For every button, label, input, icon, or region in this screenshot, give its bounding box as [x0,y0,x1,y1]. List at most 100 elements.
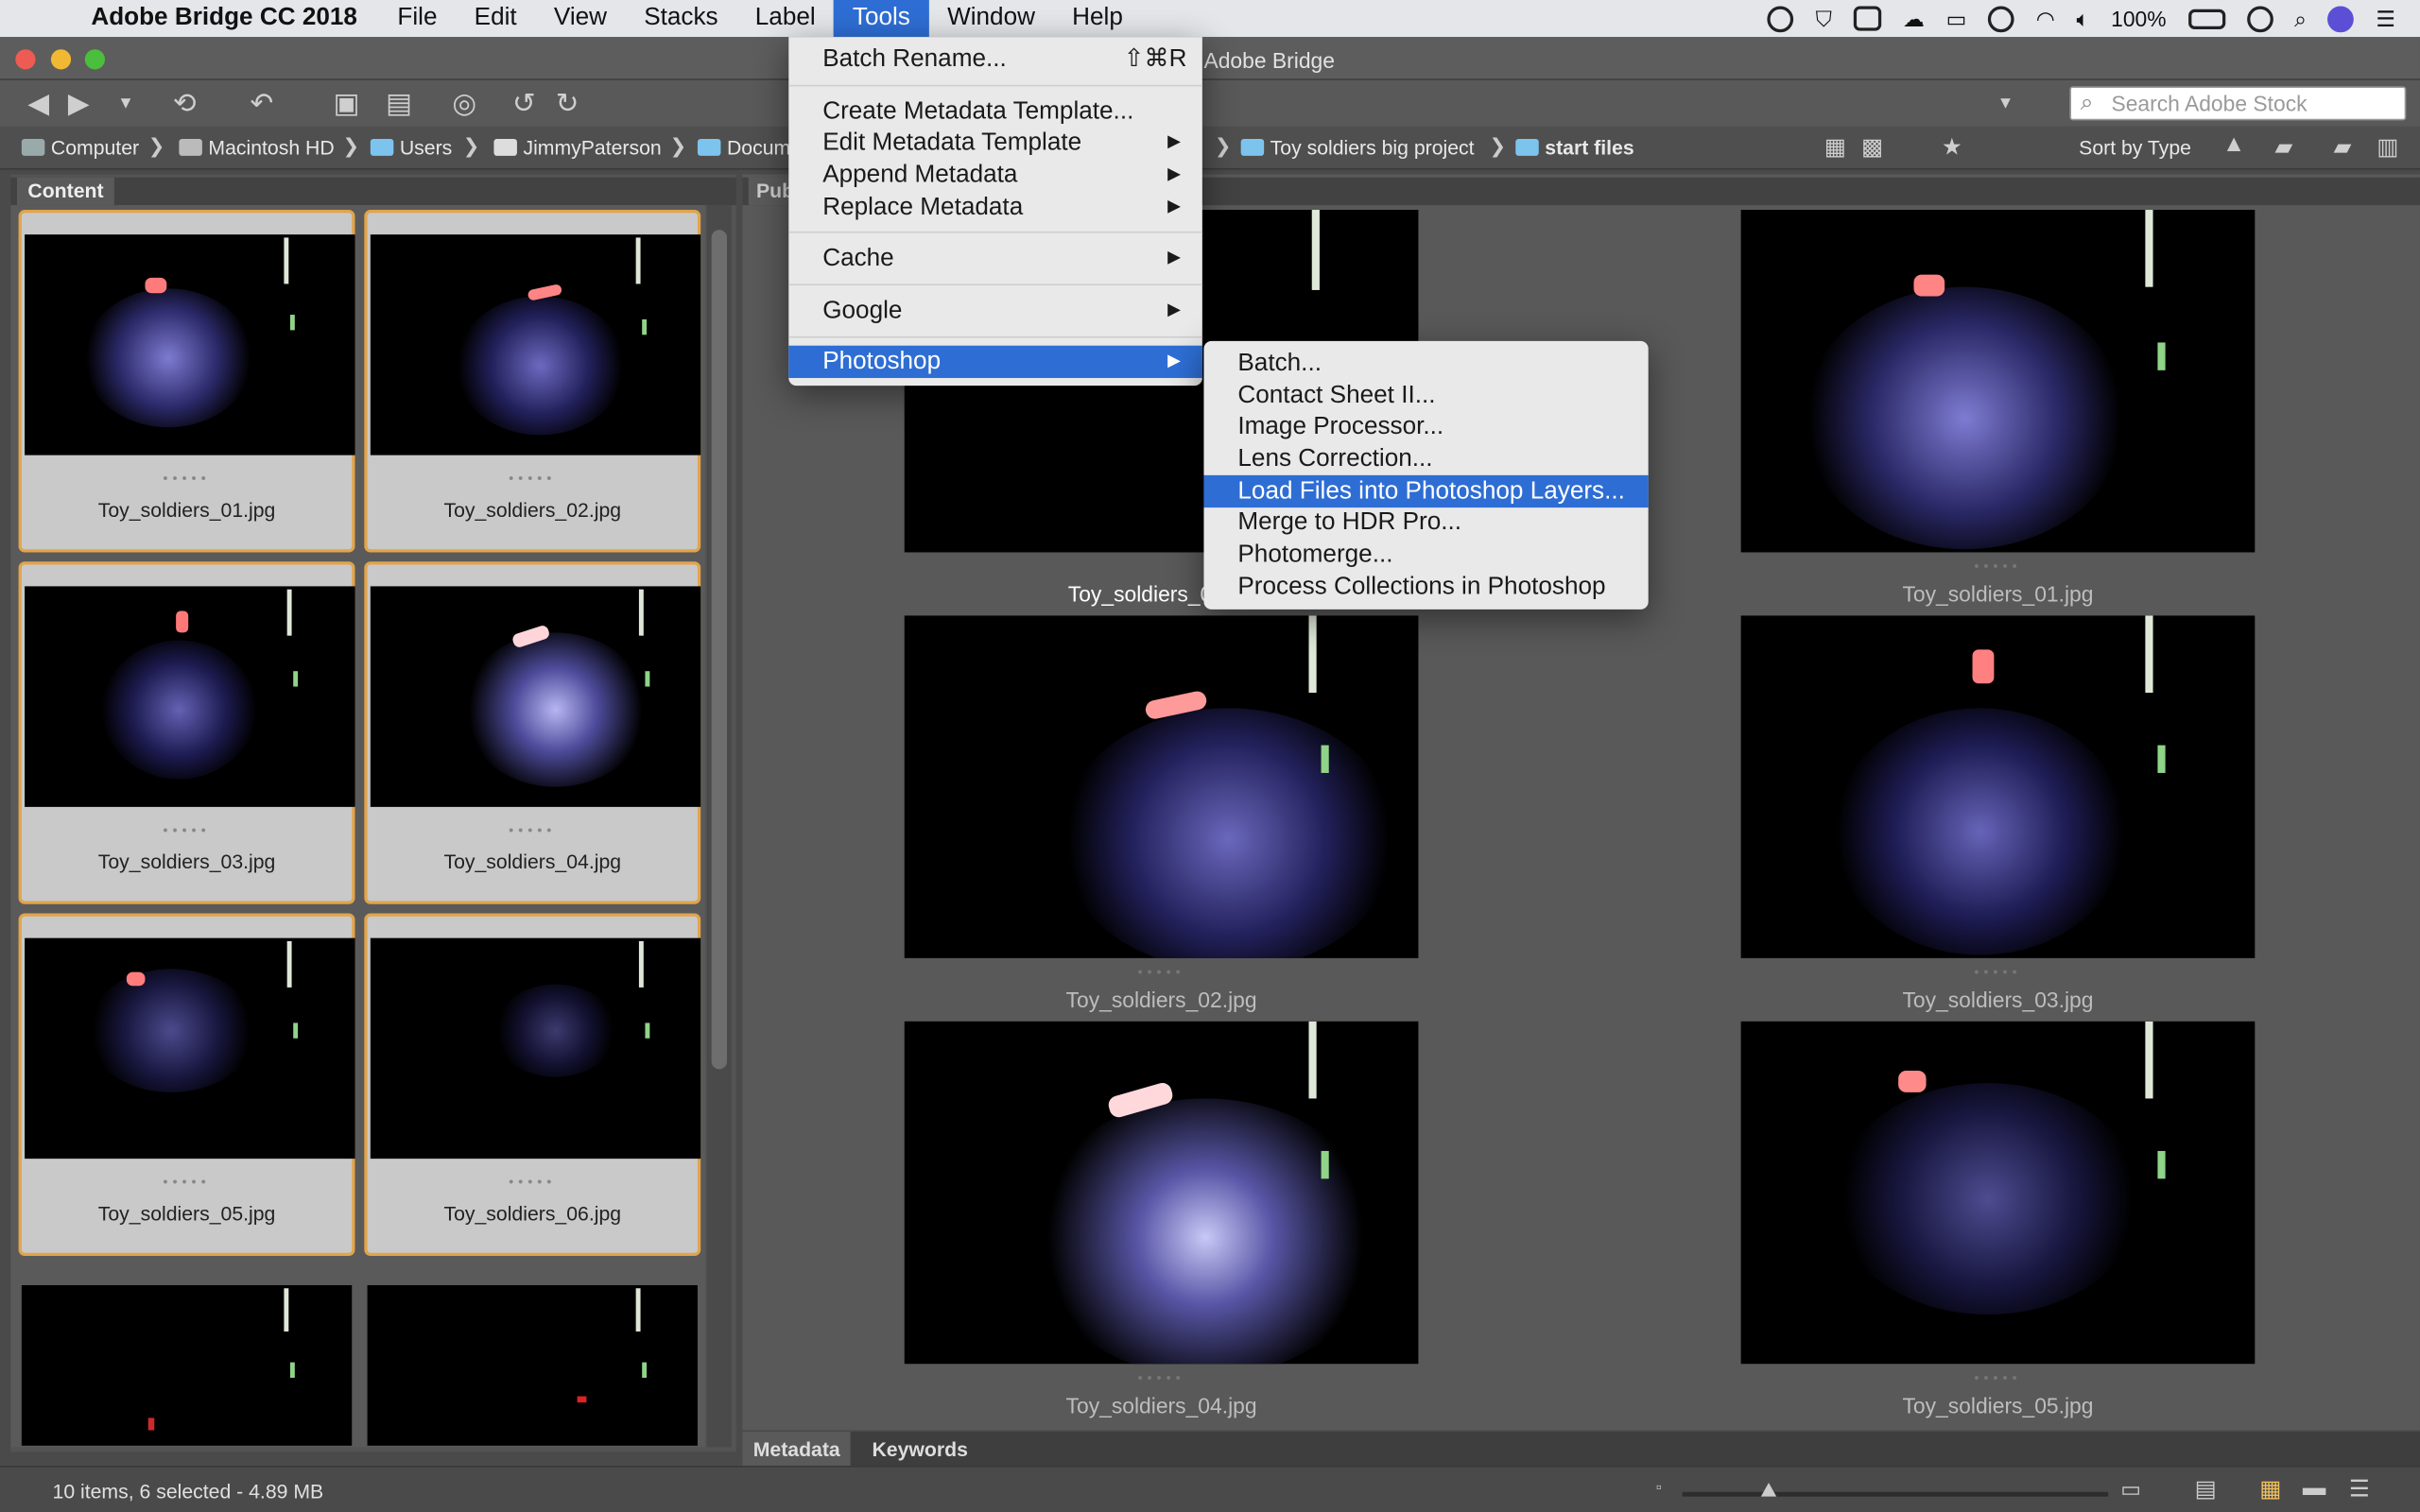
submenu-item-image-processor[interactable]: Image Processor... [1203,410,1648,442]
quality-icon[interactable]: ▦ [1824,132,1846,161]
battery-icon[interactable] [2187,8,2225,29]
rating-dots[interactable]: ••••• [368,822,698,837]
reveal-recent-icon[interactable]: ⟲ [173,88,197,120]
rotate-right-icon[interactable]: ↻ [556,88,579,120]
menu-item-cache[interactable]: Cache ▶ [788,242,1202,274]
sort-ascending-icon[interactable]: ▲ [2222,131,2245,158]
view-details-icon[interactable]: ▬ [2303,1475,2325,1502]
view-list-icon[interactable]: ☰ [2349,1475,2370,1503]
path-jimmypaterson[interactable]: JimmyPaterson [493,136,662,159]
time-machine-icon[interactable] [1988,5,2014,32]
thumbnail-card[interactable]: ••••• Toy_soldiers_06.jpg [364,913,701,1256]
path-computer[interactable]: Computer [21,136,139,159]
content-scrollbar[interactable] [706,205,732,1448]
thumbnail-card[interactable] [364,1284,701,1448]
thumbnail-card[interactable]: ••••• Toy_soldiers_01.jpg [18,210,355,553]
rating-dots[interactable]: ••••• [905,964,1419,979]
volume-icon[interactable]: 🔈︎ [2077,6,2090,32]
delete-icon[interactable]: ▥ [2377,132,2398,161]
submenu-item-load-files-into-layers[interactable]: Load Files into Photoshop Layers... [1203,474,1649,508]
submenu-item-process-collections[interactable]: Process Collections in Photoshop [1203,571,1648,603]
menu-item-append-metadata[interactable]: Append Metadata ▶ [788,159,1202,191]
sort-by-type-button[interactable]: Sort by Type [2079,136,2191,159]
menu-stacks[interactable]: Stacks [626,0,737,37]
slider-knob[interactable] [1760,1482,1777,1497]
workspace-dropdown-icon[interactable]: ▼ [1997,94,2014,113]
close-window-button[interactable] [15,49,36,70]
rating-dots[interactable]: ••••• [1741,964,2256,979]
open-recent-folder-icon[interactable]: ▰ [2275,132,2293,161]
tab-keywords[interactable]: Keywords [861,1432,978,1466]
menu-help[interactable]: Help [1054,0,1142,37]
forward-icon[interactable]: ▶ [68,88,90,120]
path-start-files[interactable]: start files [1515,136,1634,159]
preview-image[interactable] [1740,615,2256,958]
thumbnail-card[interactable]: ••••• Toy_soldiers_03.jpg [18,561,355,904]
submenu-item-contact-sheet[interactable]: Contact Sheet II... [1203,380,1648,412]
recent-dropdown-icon[interactable]: ▼ [117,94,134,113]
siri-icon[interactable] [2327,5,2355,32]
shield-icon[interactable]: ⛉ [1816,6,1832,32]
rating-dots[interactable]: ••••• [1741,558,2256,574]
zoom-out-icon[interactable]: ▫ [1656,1480,1662,1497]
back-icon[interactable]: ◀ [27,88,49,120]
submenu-item-merge-to-hdr-pro[interactable]: Merge to HDR Pro... [1203,507,1648,539]
star-filter-icon[interactable]: ★ [1942,132,1962,161]
menu-item-replace-metadata[interactable]: Replace Metadata ▶ [788,191,1202,223]
menu-window[interactable]: Window [928,0,1053,37]
menu-tools[interactable]: Tools [834,0,929,38]
preview-image[interactable] [904,1021,1419,1365]
search-stock-input[interactable]: ⌕ Search Adobe Stock [2069,86,2407,121]
notification-center-icon[interactable]: ☰ [2376,6,2395,32]
tab-content[interactable]: Content [16,177,114,206]
rating-dots[interactable]: ••••• [368,471,698,486]
rating-dots[interactable]: ••••• [368,1174,698,1189]
open-in-camera-raw-icon[interactable]: ◎ [452,88,476,120]
airplay-icon[interactable]: ▭ [1946,6,1967,32]
path-users[interactable]: Users [370,136,452,159]
thumbnail-card[interactable]: ••••• Toy_soldiers_05.jpg [18,913,355,1256]
menu-item-edit-metadata-template[interactable]: Edit Metadata Template ▶ [788,127,1202,159]
thumbnail-card[interactable]: ••••• Toy_soldiers_02.jpg [364,210,701,553]
creative-cloud-icon[interactable] [1768,5,1794,32]
tab-metadata[interactable]: Metadata [742,1432,852,1467]
refine-icon[interactable]: ▤ [386,88,412,120]
menu-edit[interactable]: Edit [456,0,535,37]
path-macintosh-hd[interactable]: Macintosh HD [179,136,335,159]
spotlight-icon[interactable]: ⌕ [2294,6,2307,32]
thumbnail-card[interactable]: ••••• Toy_soldiers_04.jpg [364,561,701,904]
camera-icon[interactable]: ▣ [334,88,360,120]
submenu-item-photomerge[interactable]: Photomerge... [1203,539,1648,571]
rating-dots[interactable]: ••••• [22,822,352,837]
preview-image[interactable] [1740,1021,2256,1365]
return-to-photoshop-icon[interactable]: ↶ [250,88,273,120]
rotate-left-icon[interactable]: ↺ [512,88,536,120]
path-toy-soldiers-big-project[interactable]: Toy soldiers big project [1240,136,1475,159]
new-folder-icon[interactable]: ▰ [2334,132,2352,161]
do-not-disturb-icon[interactable] [2246,5,2273,32]
stack-icon[interactable] [1853,6,1882,31]
menu-item-create-metadata-template[interactable]: Create Metadata Template... [788,95,1202,128]
submenu-item-batch[interactable]: Batch... [1203,347,1648,379]
menu-item-photoshop[interactable]: Photoshop ▶ [788,345,1202,378]
scrollbar-thumb[interactable] [711,230,727,1070]
lock-grid-icon[interactable]: ▤ [2195,1475,2217,1503]
rating-dots[interactable]: ••••• [905,1370,1419,1385]
minimize-window-button[interactable] [50,49,72,70]
menu-label[interactable]: Label [736,0,834,37]
menu-file[interactable]: File [379,0,456,37]
preview-image[interactable] [1740,210,2256,553]
rating-dots[interactable]: ••••• [22,471,352,486]
wifi-icon[interactable]: ◠ [2036,6,2055,32]
path-documents[interactable]: Docum [697,136,790,159]
cloud-icon[interactable]: ☁ [1903,6,1925,32]
rating-dots[interactable]: ••••• [1741,1370,2256,1385]
menu-item-batch-rename[interactable]: Batch Rename... ⇧⌘R [788,43,1202,76]
thumbnail-card[interactable] [18,1284,355,1448]
preview-image[interactable] [904,615,1419,958]
zoom-in-icon[interactable]: ▭ [2120,1476,2141,1503]
rating-dots[interactable]: ••••• [22,1174,352,1189]
filter-icon[interactable]: ▩ [1861,132,1883,161]
view-thumbnails-icon[interactable]: ▦ [2259,1475,2281,1503]
menu-view[interactable]: View [535,0,625,37]
